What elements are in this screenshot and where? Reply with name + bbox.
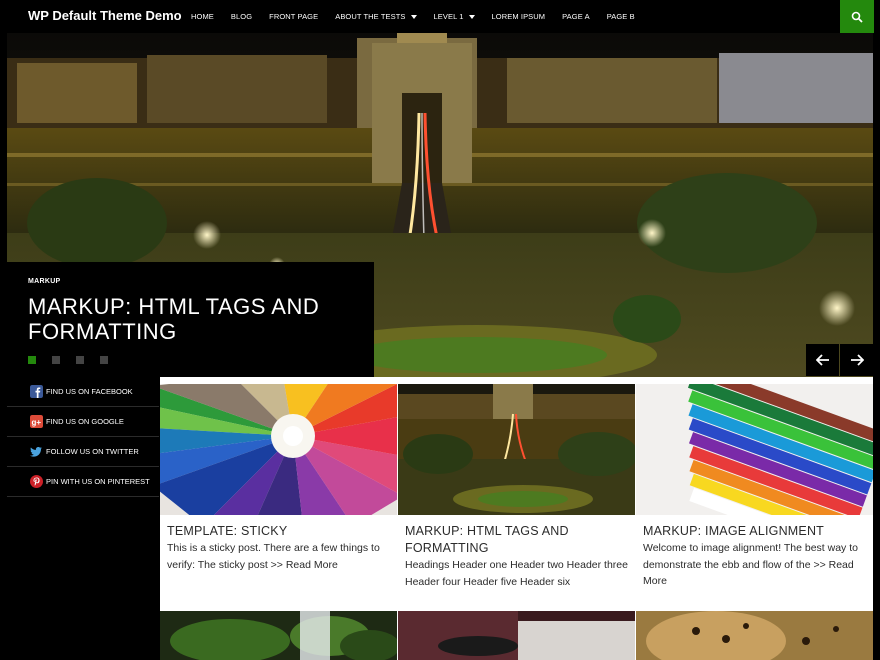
slider-pagination bbox=[28, 356, 124, 364]
nav-label: PAGE A bbox=[562, 12, 590, 21]
post-excerpt: This is a sticky post. There are a few t… bbox=[167, 542, 380, 571]
nav-item-page-a[interactable]: PAGE A bbox=[562, 12, 590, 21]
slider-dot-2[interactable] bbox=[52, 356, 60, 364]
arrow-left-icon bbox=[815, 354, 829, 366]
arrow-right-icon bbox=[850, 354, 864, 366]
waterfall-image bbox=[160, 611, 397, 660]
slider-dot-3[interactable] bbox=[76, 356, 84, 364]
leopard-image bbox=[636, 611, 873, 660]
google-plus-link[interactable]: g+ FIND US ON GOOGLE bbox=[7, 407, 159, 437]
site-title[interactable]: WP Default Theme Demo bbox=[28, 8, 182, 23]
post-title-link[interactable]: MARKUP: IMAGE ALIGNMENT bbox=[643, 523, 868, 540]
slider-caption: MARKUP MARKUP: HTML TAGS AND FORMATTING bbox=[7, 262, 374, 377]
night-bridge-image bbox=[398, 384, 635, 515]
facebook-icon bbox=[30, 385, 43, 398]
slide-title-link[interactable]: MARKUP: HTML TAGS AND FORMATTING bbox=[28, 294, 358, 344]
social-sidebar: FIND US ON FACEBOOK g+ FIND US ON GOOGLE… bbox=[7, 377, 159, 660]
post-thumbnail[interactable] bbox=[636, 384, 873, 515]
pinterest-icon bbox=[30, 475, 43, 488]
slider-prev-button[interactable] bbox=[806, 344, 839, 376]
nav-label: HOME bbox=[191, 12, 214, 21]
pencils-row-image bbox=[636, 384, 873, 515]
social-label: PIN WITH US ON PINTEREST bbox=[46, 477, 150, 486]
slide-category-link[interactable]: MARKUP bbox=[28, 278, 61, 285]
nav-item-level-1[interactable]: LEVEL 1 bbox=[434, 12, 475, 21]
post-excerpt: Welcome to image alignment! The best way… bbox=[643, 542, 858, 587]
post-thumbnail[interactable] bbox=[398, 611, 635, 660]
twitter-link[interactable]: FOLLOW US ON TWITTER bbox=[7, 437, 159, 467]
post-grid: TEMPLATE: STICKY This is a sticky post. … bbox=[160, 377, 873, 660]
nav-label: FRONT PAGE bbox=[269, 12, 319, 21]
workspace-image bbox=[398, 611, 635, 660]
pinterest-link[interactable]: PIN WITH US ON PINTEREST bbox=[7, 467, 159, 497]
social-label: FOLLOW US ON TWITTER bbox=[46, 447, 139, 456]
nav-label: PAGE B bbox=[606, 12, 635, 21]
social-label: FIND US ON GOOGLE bbox=[46, 417, 124, 426]
post-title-link[interactable]: MARKUP: HTML TAGS AND FORMATTING bbox=[405, 523, 630, 557]
slider-next-button[interactable] bbox=[840, 344, 873, 376]
svg-text:g+: g+ bbox=[32, 418, 42, 427]
nav-label: ABOUT THE TESTS bbox=[335, 12, 406, 21]
search-toggle-button[interactable] bbox=[840, 0, 874, 33]
colored-pencils-image bbox=[160, 384, 397, 515]
twitter-icon bbox=[30, 447, 42, 457]
post-thumbnail[interactable] bbox=[160, 611, 397, 660]
caret-down-icon bbox=[468, 14, 475, 19]
caret-down-icon bbox=[410, 14, 417, 19]
slider-dot-4[interactable] bbox=[100, 356, 108, 364]
post-thumbnail[interactable] bbox=[636, 611, 873, 660]
nav-item-page-b[interactable]: PAGE B bbox=[607, 12, 635, 21]
facebook-link[interactable]: FIND US ON FACEBOOK bbox=[7, 377, 159, 407]
nav-item-home[interactable]: HOME bbox=[191, 12, 214, 21]
google-plus-icon: g+ bbox=[30, 415, 43, 428]
slider-dot-1[interactable] bbox=[28, 356, 36, 364]
post-excerpt: Headings Header one Header two Header th… bbox=[405, 559, 628, 588]
masthead: WP Default Theme Demo HOME BLOG FRONT PA… bbox=[0, 0, 880, 33]
post-thumbnail[interactable] bbox=[398, 384, 635, 515]
primary-nav: HOME BLOG FRONT PAGE ABOUT THE TESTS LEV… bbox=[191, 0, 652, 33]
nav-item-front-page[interactable]: FRONT PAGE bbox=[269, 12, 318, 21]
nav-label: LEVEL 1 bbox=[433, 12, 464, 21]
nav-item-blog[interactable]: BLOG bbox=[231, 12, 252, 21]
nav-label: BLOG bbox=[230, 12, 253, 21]
post-thumbnail[interactable] bbox=[160, 384, 397, 515]
search-icon bbox=[851, 11, 863, 23]
social-label: FIND US ON FACEBOOK bbox=[46, 387, 133, 396]
post-title-link[interactable]: TEMPLATE: STICKY bbox=[167, 523, 392, 540]
nav-item-lorem-ipsum[interactable]: LOREM IPSUM bbox=[492, 12, 546, 21]
nav-item-about-the-tests[interactable]: ABOUT THE TESTS bbox=[335, 12, 417, 21]
nav-label: LOREM IPSUM bbox=[491, 12, 546, 21]
